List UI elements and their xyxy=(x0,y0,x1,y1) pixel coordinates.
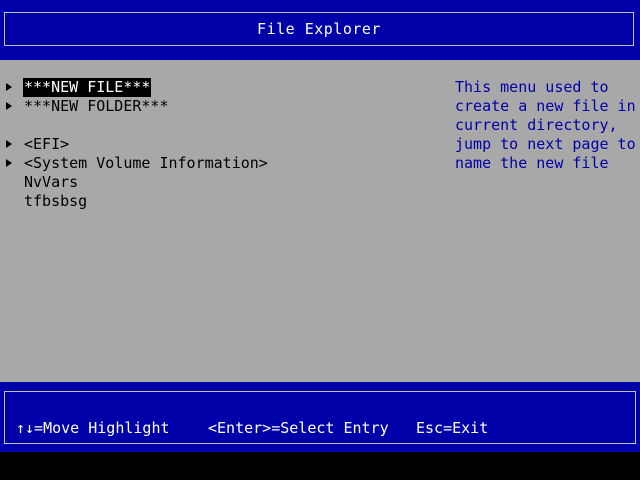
list-item-new-folder[interactable]: ***NEW FOLDER*** xyxy=(0,97,169,116)
help-line: create a new file in xyxy=(455,97,636,115)
list-item-tfbsbsg[interactable]: tfbsbsg xyxy=(0,192,87,211)
move-highlight-hint: ↑↓=Move Highlight xyxy=(16,419,170,437)
help-line: name the new file xyxy=(455,154,609,172)
triangle-right-icon xyxy=(6,140,12,148)
title-bar: File Explorer xyxy=(0,0,640,60)
footer-bar: ↑↓=Move Highlight <Enter>=Select Entry E… xyxy=(0,382,640,452)
triangle-right-icon xyxy=(6,83,12,91)
entry-label: <EFI> xyxy=(24,135,70,153)
list-item-new-file[interactable]: ***NEW FILE*** xyxy=(0,78,152,97)
entry-label: tfbsbsg xyxy=(24,192,88,210)
triangle-right-icon xyxy=(6,102,12,110)
list-item-efi[interactable]: <EFI> xyxy=(0,135,69,154)
triangle-right-icon xyxy=(6,159,12,167)
select-entry-hint: <Enter>=Select Entry xyxy=(208,419,389,437)
exit-hint: Esc=Exit xyxy=(416,419,489,437)
entry-label: ***NEW FOLDER*** xyxy=(24,97,169,115)
list-item-nvvars[interactable]: NvVars xyxy=(0,173,78,192)
help-line: jump to next page to xyxy=(455,135,636,153)
page-title: File Explorer xyxy=(257,20,381,38)
entry-label: <System Volume Information> xyxy=(24,154,268,172)
list-item-system-volume-information[interactable]: <System Volume Information> xyxy=(0,154,268,173)
entry-label: ***NEW FILE*** xyxy=(23,78,152,97)
entry-label: NvVars xyxy=(24,173,79,191)
help-line: This menu used to xyxy=(455,78,609,96)
main-panel: ***NEW FILE*** ***NEW FOLDER*** <EFI> <S… xyxy=(0,60,640,382)
help-panel: This menu used to create a new file in c… xyxy=(455,78,636,173)
help-line: current directory, xyxy=(455,116,618,134)
bottom-strip xyxy=(0,452,640,480)
title-frame: File Explorer xyxy=(4,12,634,46)
